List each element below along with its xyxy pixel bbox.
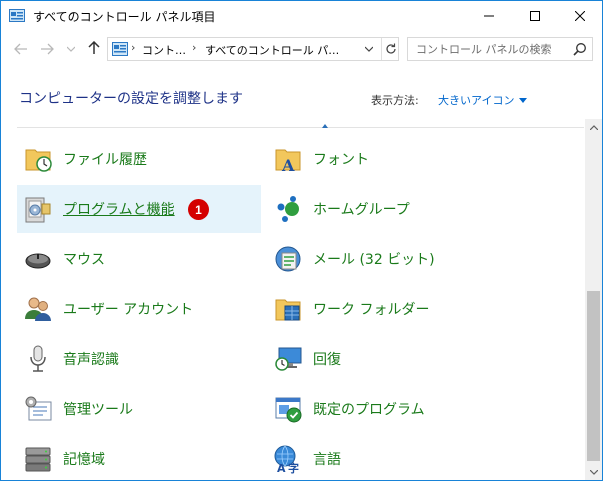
up-button[interactable] (84, 39, 104, 57)
page-title: コンピューターの設定を調整します (19, 91, 243, 107)
microphone-icon (22, 343, 54, 375)
maximize-icon (530, 11, 540, 21)
search-input[interactable] (408, 38, 568, 60)
svg-text:字: 字 (288, 461, 299, 474)
item-label[interactable]: ユーザー アカウント (63, 299, 193, 319)
item-label[interactable]: ホームグループ (313, 199, 410, 219)
window-title: すべてのコントロール パネル項目 (33, 10, 216, 24)
svg-text:A: A (277, 462, 286, 474)
item-user-accounts[interactable]: ユーザー アカウント (17, 285, 261, 333)
minimize-icon (484, 15, 494, 17)
item-fonts[interactable]: A フォント (267, 135, 511, 183)
step-number-badge: 1 (188, 199, 209, 220)
chevron-up-icon (589, 125, 598, 130)
forward-arrow-icon (41, 43, 54, 55)
scroll-thumb[interactable] (587, 291, 600, 461)
item-file-history[interactable]: ファイル履歴 (17, 135, 261, 183)
forward-button[interactable] (37, 40, 57, 58)
mouse-icon (22, 243, 54, 275)
mail-icon (272, 243, 304, 275)
item-storage-spaces[interactable]: 記憶域 (17, 435, 261, 480)
refresh-button[interactable] (381, 38, 399, 60)
search-icon[interactable] (573, 42, 587, 56)
item-work-folders[interactable]: ワーク フォルダー (267, 285, 511, 333)
refresh-icon (385, 43, 396, 54)
item-administrative-tools[interactable]: 管理ツール (17, 385, 261, 433)
admin-tools-icon (22, 393, 54, 425)
breadcrumb-control-panel[interactable]: コント… (142, 42, 186, 58)
breadcrumb-separator[interactable]: › (131, 41, 135, 54)
close-button[interactable] (557, 1, 602, 31)
item-label[interactable]: 回復 (313, 349, 341, 369)
up-arrow-icon (88, 41, 100, 54)
item-recovery[interactable]: 回復 (267, 335, 511, 383)
back-button[interactable] (11, 40, 31, 58)
header-divider (17, 127, 584, 128)
item-label[interactable]: ワーク フォルダー (313, 299, 429, 319)
chevron-down-icon (365, 46, 373, 52)
item-label[interactable]: 音声認識 (63, 349, 119, 369)
control-panel-app-icon (9, 9, 25, 22)
item-label[interactable]: ファイル履歴 (63, 149, 147, 169)
svg-text:A: A (281, 156, 295, 174)
back-arrow-icon (14, 43, 27, 55)
recovery-icon (272, 343, 304, 375)
item-label[interactable]: 記憶域 (63, 449, 105, 469)
item-mail[interactable]: メール (32 ビット) (267, 235, 511, 283)
close-icon (575, 11, 585, 21)
item-mouse[interactable]: マウス (17, 235, 261, 283)
view-by-label: 表示方法: (371, 94, 419, 107)
item-label[interactable]: プログラムと機能 (63, 199, 175, 219)
item-label[interactable]: 管理ツール (63, 399, 133, 419)
scroll-down-button[interactable] (585, 464, 602, 480)
item-speech-recognition[interactable]: 音声認識 (17, 335, 261, 383)
address-dropdown-button[interactable] (359, 38, 379, 60)
scroll-hint-icon (322, 124, 328, 128)
item-language[interactable]: A 字 言語 (267, 435, 511, 480)
item-label[interactable]: 既定のプログラム (313, 399, 425, 419)
chevron-down-icon (589, 470, 598, 475)
view-by-dropdown[interactable]: 大きいアイコン (438, 92, 528, 108)
address-bar[interactable]: › コント… › すべてのコントロール パ… (107, 37, 399, 61)
item-label[interactable]: マウス (63, 249, 105, 269)
vertical-scrollbar[interactable] (585, 119, 602, 480)
language-icon: A 字 (272, 443, 304, 475)
maximize-button[interactable] (512, 1, 558, 31)
view-by-value[interactable]: 大きいアイコン (438, 92, 514, 108)
dropdown-arrow-icon (519, 97, 528, 103)
chevron-down-icon (67, 46, 75, 52)
control-panel-window: すべてのコントロール パネル項目 › コント… › すべてのコントロール パ… … (0, 0, 603, 481)
work-folders-icon (272, 293, 304, 325)
storage-icon (22, 443, 54, 475)
search-box[interactable] (407, 37, 593, 61)
minimize-button[interactable] (466, 1, 512, 31)
homegroup-icon (272, 193, 304, 225)
scroll-up-button[interactable] (585, 119, 602, 136)
fonts-icon: A (272, 143, 304, 175)
item-label[interactable]: 言語 (313, 449, 341, 469)
default-programs-icon (272, 393, 304, 425)
programs-features-icon (22, 193, 54, 225)
title-bar[interactable]: すべてのコントロール パネル項目 (1, 1, 602, 31)
recent-locations-button[interactable] (61, 40, 81, 58)
control-panel-icon (112, 42, 128, 56)
item-homegroup[interactable]: ホームグループ (267, 185, 511, 233)
item-label[interactable]: フォント (313, 149, 369, 169)
item-programs-features[interactable]: プログラムと機能 1 (17, 185, 261, 233)
breadcrumb-separator[interactable]: › (192, 41, 196, 54)
file-history-icon (22, 143, 54, 175)
breadcrumb-all-items[interactable]: すべてのコントロール パ… (205, 42, 339, 58)
item-default-programs[interactable]: 既定のプログラム (267, 385, 511, 433)
item-label[interactable]: メール (32 ビット) (313, 249, 435, 269)
user-accounts-icon (22, 293, 54, 325)
